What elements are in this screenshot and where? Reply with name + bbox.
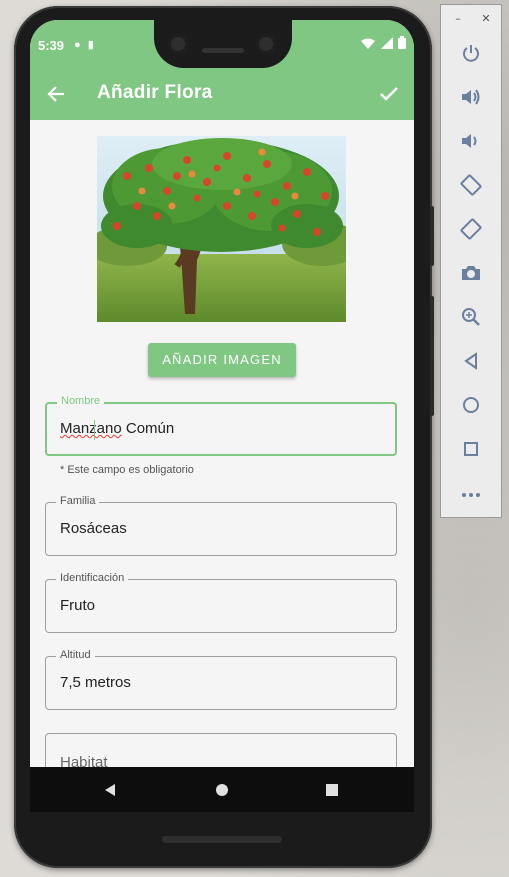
home-circle-icon[interactable] xyxy=(208,777,236,803)
back-icon[interactable] xyxy=(458,348,484,374)
back-triangle-icon[interactable] xyxy=(96,777,124,803)
text-cursor xyxy=(94,420,95,440)
familia-value[interactable]: Rosáceas xyxy=(60,520,127,537)
volume-side-button xyxy=(430,296,434,416)
add-image-button[interactable]: AÑADIR IMAGEN xyxy=(148,343,296,377)
battery-icon xyxy=(398,36,406,49)
earpiece-speaker xyxy=(202,48,244,53)
altitud-label: Altitud xyxy=(56,649,95,661)
wifi-icon xyxy=(361,38,376,49)
status-right-icons xyxy=(361,36,406,51)
arrow-back-icon[interactable] xyxy=(44,80,68,108)
nombre-field[interactable]: Nombre Manzano Común xyxy=(45,395,397,456)
volume-up-icon[interactable] xyxy=(458,84,484,110)
overview-icon[interactable] xyxy=(458,436,484,462)
rotate-left-icon[interactable] xyxy=(458,172,484,198)
system-nav-bar xyxy=(30,767,414,812)
close-icon[interactable]: ✕ xyxy=(479,12,493,26)
rotate-right-icon[interactable] xyxy=(458,216,484,242)
power-side-button xyxy=(430,206,434,266)
misspelled-word: Manzano xyxy=(60,420,122,437)
zoom-icon[interactable] xyxy=(458,304,484,330)
recents-square-icon[interactable] xyxy=(318,777,346,803)
camera-icon[interactable] xyxy=(458,260,484,286)
altitud-value[interactable]: 7,5 metros xyxy=(60,674,131,691)
familia-field[interactable]: Familia Rosáceas xyxy=(45,495,397,556)
signal-icon xyxy=(380,37,393,49)
front-camera-left-icon xyxy=(168,34,188,54)
front-camera-right-icon xyxy=(256,34,276,54)
app-bar: Añadir Flora xyxy=(30,70,414,120)
nombre-value[interactable]: Manzano Común xyxy=(60,420,174,437)
nombre-helper-text: * Este campo es obligatorio xyxy=(60,464,194,476)
form-content[interactable]: AÑADIR IMAGEN Nombre Manzano Común * Est… xyxy=(30,120,414,812)
more-icon[interactable] xyxy=(458,480,484,506)
nombre-label: Nombre xyxy=(57,395,105,407)
identificacion-value[interactable]: Fruto xyxy=(60,597,95,614)
phone-screen: 5:39 ● ▮ Añadir Flora AÑADIR IMAGEN Nomb… xyxy=(30,20,414,812)
bottom-speaker-grill xyxy=(162,836,282,843)
identificacion-field[interactable]: Identificación Fruto xyxy=(45,572,397,633)
home-icon[interactable] xyxy=(458,392,484,418)
status-time: 5:39 xyxy=(38,38,65,53)
minimize-icon[interactable]: – xyxy=(451,12,465,26)
sd-card-icon: ▮ xyxy=(87,39,94,51)
camera-notch xyxy=(154,20,292,68)
notification-icon: ● xyxy=(74,39,81,51)
altitud-field[interactable]: Altitud 7,5 metros xyxy=(45,649,397,710)
volume-down-icon[interactable] xyxy=(458,128,484,154)
power-icon[interactable] xyxy=(458,40,484,66)
apple-tree-photo xyxy=(97,136,346,322)
page-title: Añadir Flora xyxy=(97,82,213,103)
nombre-value-rest: Común xyxy=(121,420,175,437)
emulator-toolbar: – ✕ xyxy=(440,4,502,518)
status-left-icons: ● ▮ xyxy=(74,38,94,51)
familia-label: Familia xyxy=(56,495,100,507)
check-icon[interactable] xyxy=(376,80,402,108)
identificacion-label: Identificación xyxy=(56,572,129,584)
